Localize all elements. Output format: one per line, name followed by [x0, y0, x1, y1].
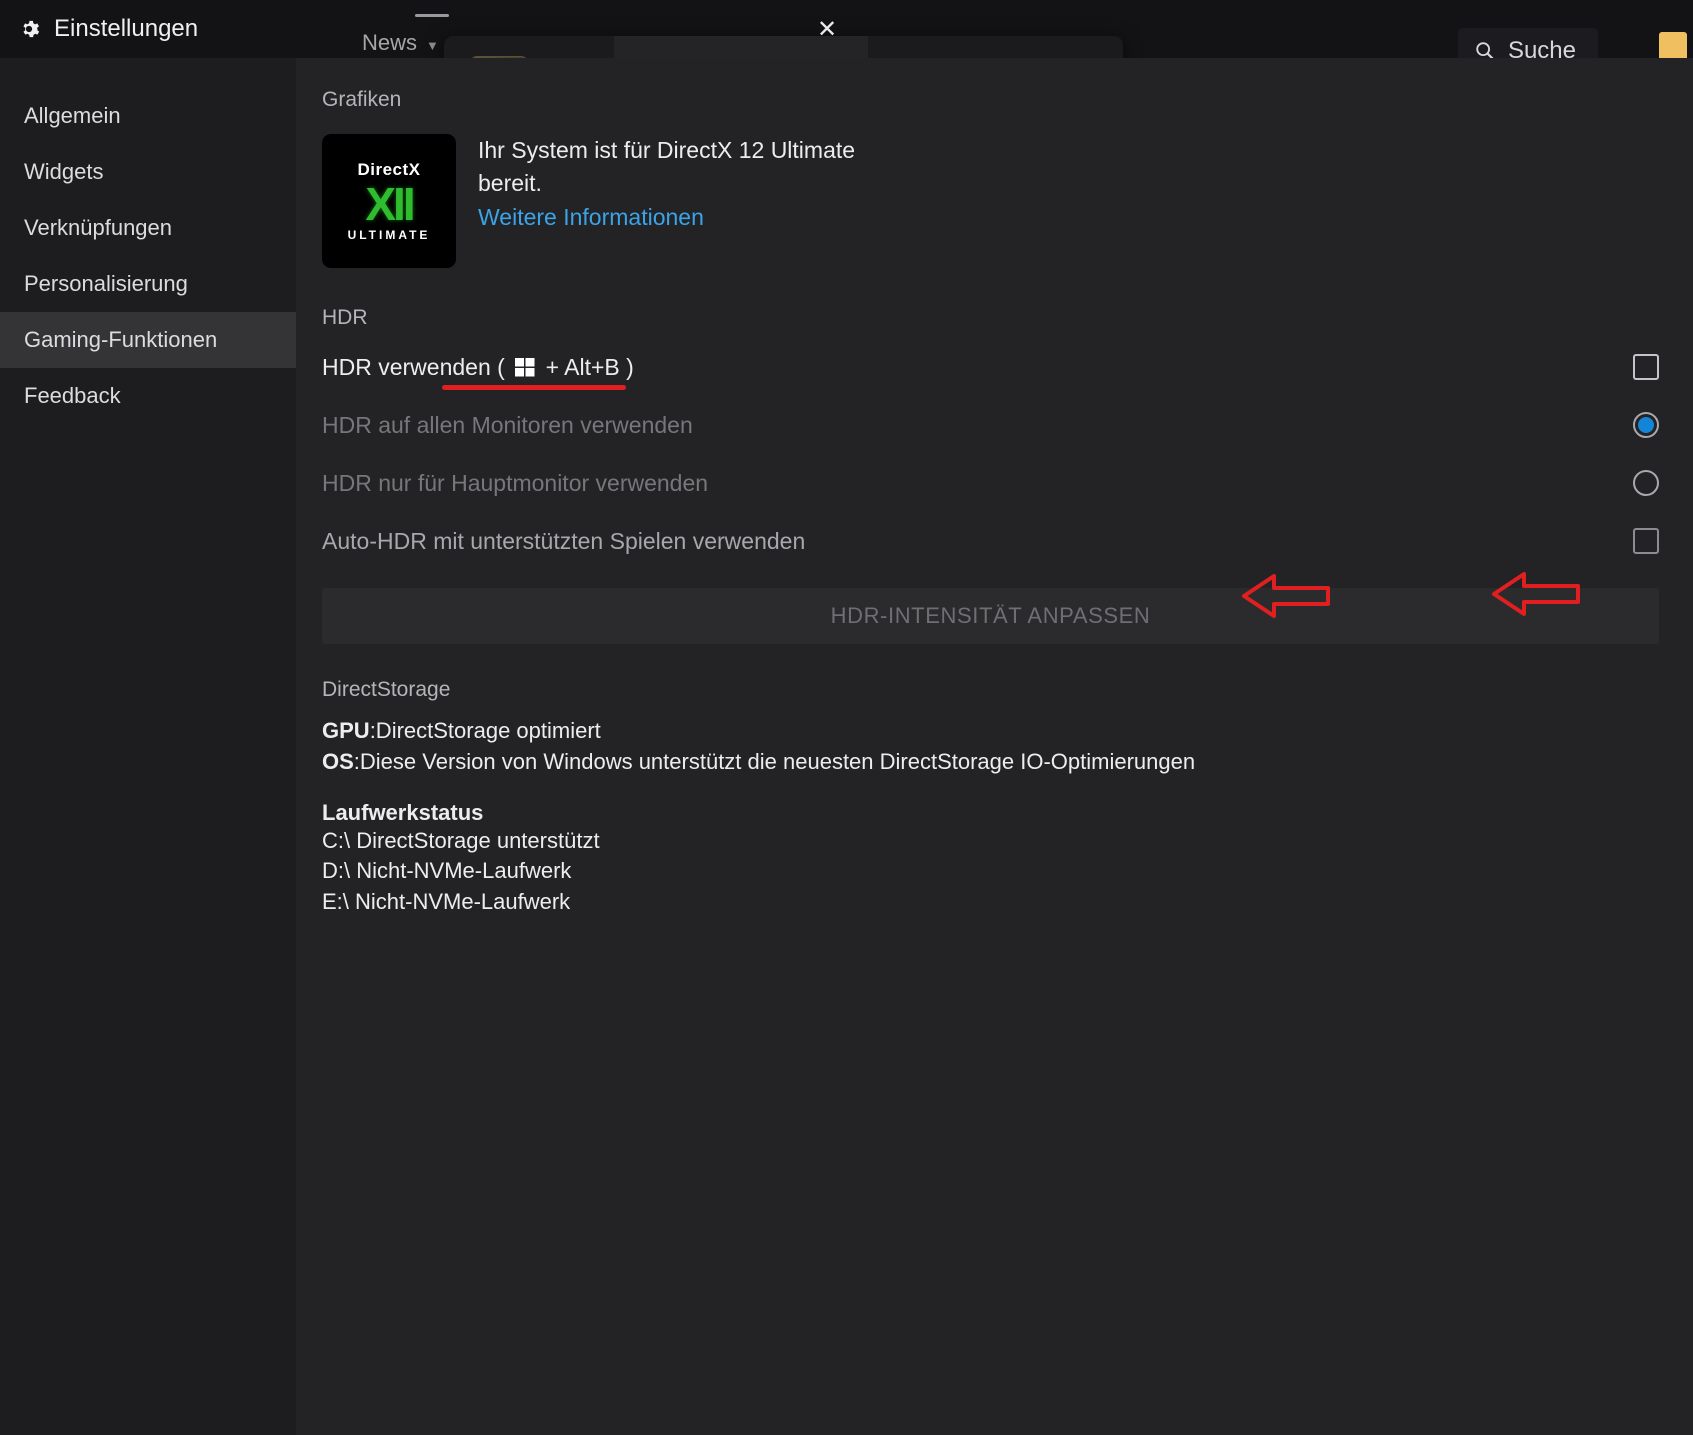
sidebar-item-widgets[interactable]: Widgets	[0, 144, 296, 200]
settings-title: Einstellungen	[18, 15, 198, 43]
directstorage-gpu-value: :DirectStorage optimiert	[369, 718, 601, 743]
auto-hdr-label: Auto-HDR mit unterstützten Spielen verwe…	[322, 527, 806, 554]
settings-nav: Allgemein Widgets Verknüpfungen Personal…	[0, 58, 296, 1435]
annotation-underline	[442, 384, 626, 390]
directstorage-os-key: OS	[322, 748, 354, 774]
directstorage-section: DirectStorage GPU:DirectStorage optimier…	[322, 678, 1659, 918]
windows-key-icon	[515, 357, 535, 376]
drag-handle[interactable]	[414, 14, 449, 17]
hdr-all-monitors-row[interactable]: HDR auf allen Monitoren verwenden	[322, 404, 1659, 446]
hdr-use-row[interactable]: HDR verwenden ( + Alt+B )	[322, 346, 1659, 390]
settings-title-text: Einstellungen	[54, 15, 199, 42]
hdr-section: HDR HDR verwenden ( + Alt+B ) HDR auf al…	[322, 306, 1659, 644]
hdr-use-label-post: + Alt+B )	[539, 353, 634, 380]
drive-status-row: C:\ DirectStorage unterstützt	[322, 827, 600, 853]
sidebar-item-verknuepfungen[interactable]: Verknüpfungen	[0, 200, 296, 256]
graphics-section-heading: Grafiken	[322, 88, 402, 111]
sidebar-item-gaming-funktionen[interactable]: Gaming-Funktionen	[0, 312, 296, 368]
directstorage-os-value: :Diese Version von Windows unterstützt d…	[353, 748, 1196, 774]
directstorage-heading: DirectStorage	[322, 678, 451, 701]
hdr-section-heading: HDR	[322, 306, 368, 329]
directx-logo-bottom: ULTIMATE	[347, 228, 431, 243]
drive-status-heading: Laufwerkstatus	[322, 799, 484, 825]
sidebar-item-feedback[interactable]: Feedback	[0, 368, 296, 424]
gear-icon	[23, 20, 40, 38]
more-info-link[interactable]: Weitere Informationen	[478, 204, 898, 231]
hdr-main-monitor-row[interactable]: HDR nur für Hauptmonitor verwenden	[322, 462, 1659, 504]
directstorage-gpu-key: GPU	[322, 718, 370, 743]
directx-ultimate-logo: DirectX XII ULTIMATE	[322, 134, 456, 268]
auto-hdr-row[interactable]: Auto-HDR mit unterstützten Spielen verwe…	[322, 520, 1659, 562]
hdr-all-monitors-label: HDR auf allen Monitoren verwenden	[322, 411, 693, 438]
settings-header[interactable]: Einstellungen ✕	[0, 0, 863, 58]
hdr-use-label: HDR verwenden ( + Alt+B )	[322, 353, 634, 390]
directx-status-text: Ihr System ist für DirectX 12 Ultimate b…	[478, 137, 856, 196]
directstorage-os-line: OS:Diese Version von Windows unterstützt…	[322, 747, 1659, 778]
directx-logo-mid: XII	[365, 177, 415, 230]
drive-status-row: D:\ Nicht-NVMe-Laufwerk	[322, 858, 572, 884]
settings-content: Grafiken DirectX XII ULTIMATE Ihr System…	[296, 58, 1693, 1435]
directx-logo-top: DirectX	[357, 159, 421, 179]
hdr-use-label-pre: HDR verwenden (	[322, 353, 512, 380]
sidebar-item-personalisierung[interactable]: Personalisierung	[0, 256, 296, 312]
hdr-intensity-button[interactable]: HDR-INTENSITÄT ANPASSEN	[322, 588, 1659, 644]
close-icon[interactable]: ✕	[805, 7, 849, 51]
directstorage-gpu-line: GPU:DirectStorage optimiert	[322, 716, 1659, 747]
settings-window: Einstellungen ✕ Allgemein Widgets Verknü…	[0, 0, 1693, 1435]
settings-body: Allgemein Widgets Verknüpfungen Personal…	[0, 58, 1693, 1435]
directx-status-row: DirectX XII ULTIMATE Ihr System ist für …	[322, 134, 1659, 268]
hdr-main-monitor-label: HDR nur für Hauptmonitor verwenden	[322, 469, 709, 496]
sidebar-item-allgemein[interactable]: Allgemein	[0, 88, 296, 144]
directx-status-block: Ihr System ist für DirectX 12 Ultimate b…	[478, 134, 898, 231]
